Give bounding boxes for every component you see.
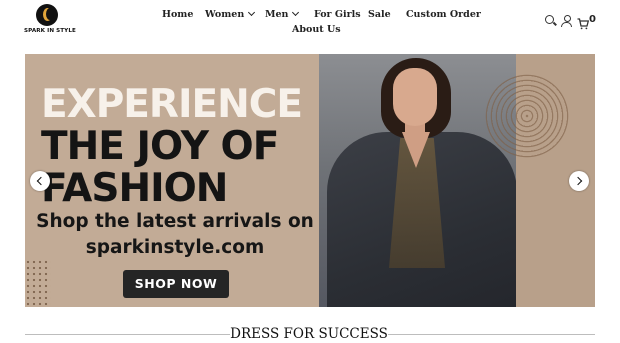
section-divider-left [25, 334, 230, 335]
nav-women-label: Women [205, 9, 245, 20]
shop-now-button[interactable]: SHOP NOW [123, 270, 229, 298]
headline-line-2: THE JOY OF [41, 124, 279, 169]
carousel-prev-button[interactable] [30, 171, 50, 191]
carousel-next-button[interactable] [569, 171, 589, 191]
chevron-right-icon [573, 176, 583, 186]
logo-mark-icon [36, 4, 58, 26]
banner-subtext-2: sparkinstyle.com [85, 237, 265, 258]
nav-about-us[interactable]: About Us [292, 24, 341, 35]
nav-men[interactable]: Men [265, 8, 300, 20]
decorative-dots [25, 259, 51, 307]
brand-name: SPARK IN STYLE [24, 28, 76, 34]
nav-women[interactable]: Women [205, 8, 256, 20]
banner-subtext-1: Shop the latest arrivals on [36, 211, 314, 232]
headline-line-1: EXPERIENCE [41, 82, 303, 127]
nav-sale[interactable]: Sale [368, 9, 391, 20]
cart-count[interactable]: 0 [589, 14, 596, 25]
account-icon[interactable] [561, 15, 573, 29]
section-divider-right [388, 334, 595, 335]
chevron-down-icon [292, 8, 300, 17]
headline-line-3: FASHION [41, 166, 228, 211]
cart-icon[interactable] [577, 15, 590, 30]
decorative-dot-circle [485, 74, 569, 158]
nav-men-label: Men [265, 9, 289, 20]
nav-custom-order[interactable]: Custom Order [406, 9, 481, 20]
model-photo [319, 54, 516, 307]
hero-banner[interactable]: EXPERIENCE THE JOY OF FASHION Shop the l… [25, 54, 595, 307]
nav-for-girls[interactable]: For Girls [314, 9, 361, 20]
brand-logo[interactable]: SPARK IN STYLE [24, 4, 76, 36]
chevron-down-icon [248, 8, 256, 17]
nav-home[interactable]: Home [162, 9, 193, 20]
chevron-left-icon [36, 176, 46, 186]
search-icon[interactable] [545, 15, 557, 29]
section-title: DRESS FOR SUCCESS [230, 326, 388, 342]
